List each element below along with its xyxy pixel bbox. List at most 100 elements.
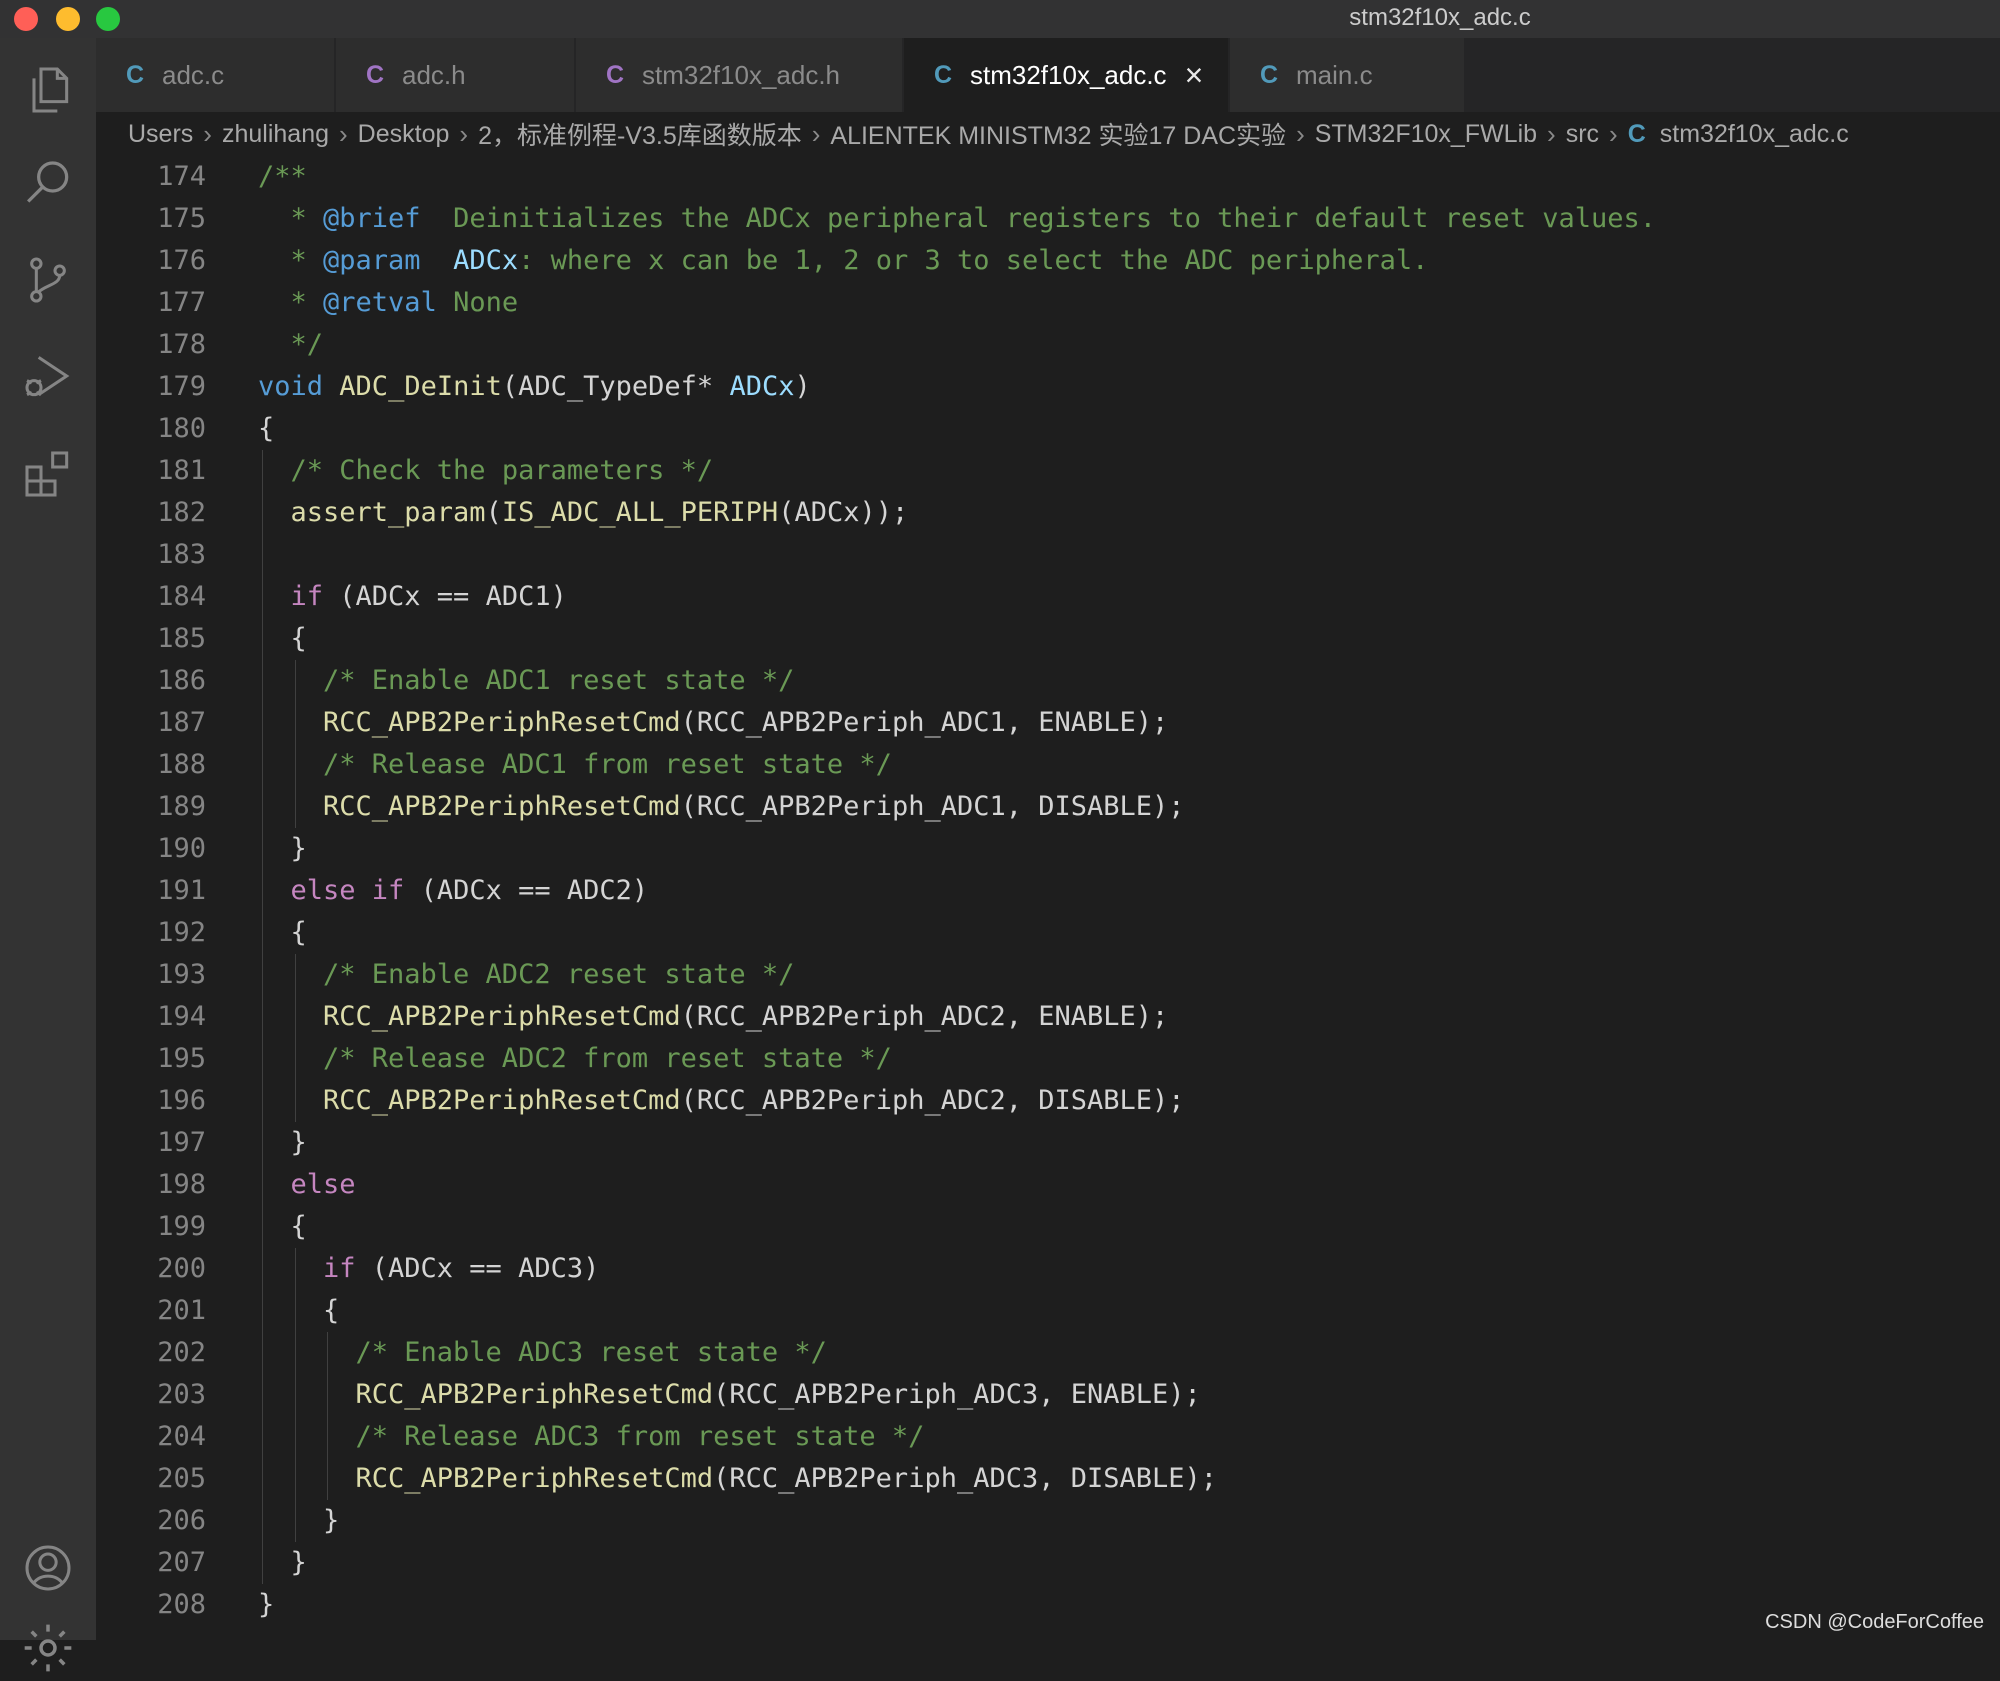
c-file-icon: C: [1260, 60, 1279, 89]
code-text: }: [291, 828, 307, 870]
code-token: }: [323, 1505, 340, 1536]
code-line: 205 RCC_APB2PeriphResetCmd(RCC_APB2Periph…: [96, 1458, 2000, 1500]
code-text: /* Release ADC3 from reset state */: [356, 1416, 925, 1458]
tab-stm32f10x-adc-h[interactable]: C stm32f10x_adc.h: [576, 38, 904, 112]
indent-guide: [262, 492, 263, 534]
code-token: ADCx: [729, 371, 795, 402]
indent-guide: [262, 702, 263, 744]
search-icon[interactable]: [20, 156, 76, 212]
code-line: 204 /* Release ADC3 from reset state */: [96, 1416, 2000, 1458]
code-token: /* Enable ADC2 reset state */: [323, 959, 795, 990]
code-token: @brief: [323, 203, 421, 234]
breadcrumb-item-file[interactable]: stm32f10x_adc.c: [1660, 120, 1849, 149]
line-number: 207: [157, 1547, 206, 1578]
code-token: RCC_APB2PeriphResetCmd: [355, 1463, 714, 1494]
indent-guide: [262, 576, 263, 618]
code-text: {: [258, 408, 274, 450]
code-token: (RCC_APB2Periph_ADC3, DISABLE);: [713, 1463, 1218, 1494]
code-text: assert_param(IS_ADC_ALL_PERIPH(ADCx));: [291, 492, 909, 534]
line-number: 203: [157, 1379, 206, 1410]
code-line: 191 else if (ADCx == ADC2): [96, 870, 2000, 912]
code-token: /* Check the parameters */: [290, 455, 714, 486]
code-text: {: [323, 1290, 339, 1332]
indent-guide: [262, 1038, 263, 1080]
code-line: 189 RCC_APB2PeriphResetCmd(RCC_APB2Periph…: [96, 786, 2000, 828]
indent-guide: [262, 618, 263, 660]
code-line: 188 /* Release ADC1 from reset state */: [96, 744, 2000, 786]
indent-guide: [294, 1080, 296, 1122]
code-line: 195 /* Release ADC2 from reset state */: [96, 1038, 2000, 1080]
c-header-file-icon: C: [606, 60, 625, 89]
code-text: RCC_APB2PeriphResetCmd(RCC_APB2Periph_AD…: [323, 996, 1168, 1038]
code-text: void ADC_DeInit(ADC_TypeDef* ADCx): [258, 366, 811, 408]
extensions-icon[interactable]: [20, 446, 76, 502]
line-number: 183: [157, 539, 206, 570]
breadcrumb-item-zhulihang[interactable]: zhulihang: [222, 120, 329, 149]
code-line: 208}: [96, 1584, 2000, 1626]
line-number: 198: [157, 1169, 206, 1200]
breadcrumb-item-example-folder[interactable]: 2，标准例程-V3.5库函数版本: [478, 116, 802, 152]
indent-guide: [262, 1080, 263, 1122]
code-token: RCC_APB2PeriphResetCmd: [323, 791, 681, 822]
tab-label: stm32f10x_adc.h: [642, 59, 841, 90]
code-text: /* Release ADC1 from reset state */: [323, 744, 892, 786]
code-token: (RCC_APB2Periph_ADC3, ENABLE);: [713, 1379, 1201, 1410]
line-number: 174: [157, 161, 206, 192]
tab-label: adc.c: [162, 59, 225, 90]
code-text: {: [291, 1206, 307, 1248]
close-window-button[interactable]: [14, 7, 38, 31]
breadcrumb-item-users[interactable]: Users: [128, 120, 193, 149]
files-icon[interactable]: [20, 62, 76, 118]
code-text: RCC_APB2PeriphResetCmd(RCC_APB2Periph_AD…: [323, 786, 1185, 828]
code-text: * @param ADCx: where x can be 1, 2 or 3 …: [258, 240, 1429, 282]
code-token: else: [290, 1169, 356, 1200]
code-token: (ADCx == ADC2): [404, 875, 649, 906]
code-line: 196 RCC_APB2PeriphResetCmd(RCC_APB2Periph…: [96, 1080, 2000, 1122]
tab-stm32f10x-adc-c[interactable]: C stm32f10x_adc.c ×: [904, 38, 1230, 112]
code-text: * @retval None: [258, 282, 519, 324]
tab-label: stm32f10x_adc.c: [970, 59, 1167, 90]
code-text: else: [291, 1164, 356, 1206]
code-token: *: [258, 245, 324, 276]
code-editor[interactable]: 174 /** 175 * @brief Deinitializes the ADC…: [96, 156, 2000, 1640]
tab-adc-c[interactable]: C adc.c: [96, 38, 336, 112]
minimize-window-button[interactable]: [56, 7, 80, 31]
breadcrumb-item-desktop[interactable]: Desktop: [358, 120, 450, 149]
code-line: 197}: [96, 1122, 2000, 1164]
zoom-window-button[interactable]: [96, 7, 120, 31]
tab-adc-h[interactable]: C adc.h: [336, 38, 576, 112]
account-icon[interactable]: [20, 1540, 76, 1596]
source-control-icon[interactable]: [20, 252, 76, 308]
code-token: /* Release ADC1 from reset state */: [323, 749, 892, 780]
indent-guide: [262, 1500, 263, 1542]
line-number: 190: [157, 833, 206, 864]
line-number: 196: [157, 1085, 206, 1116]
breadcrumb-item-src[interactable]: src: [1566, 120, 1599, 149]
code-token: IS_ADC_ALL_PERIPH: [501, 497, 779, 528]
code-line: 202 /* Enable ADC3 reset state */: [96, 1332, 2000, 1374]
indent-guide: [262, 450, 263, 492]
line-number: 202: [157, 1337, 206, 1368]
line-number: 189: [157, 791, 206, 822]
gear-icon[interactable]: [20, 1620, 76, 1676]
run-debug-icon[interactable]: [20, 348, 76, 404]
breadcrumb-item-project-folder[interactable]: ALIENTEK MINISTM32 实验17 DAC实验: [830, 116, 1286, 152]
tab-main-c[interactable]: C main.c: [1230, 38, 1466, 112]
code-line: 198 else: [96, 1164, 2000, 1206]
indent-guide: [262, 870, 263, 912]
code-text: /* Enable ADC2 reset state */: [323, 954, 794, 996]
code-line: 206}: [96, 1500, 2000, 1542]
code-token: {: [290, 917, 307, 948]
line-number: 208: [157, 1589, 206, 1620]
line-number: 194: [157, 1001, 206, 1032]
breadcrumb-item-fwlib[interactable]: STM32F10x_FWLib: [1315, 120, 1537, 149]
indent-guide: [262, 996, 263, 1038]
close-icon[interactable]: ×: [1185, 59, 1204, 91]
chevron-right-icon: ›: [811, 118, 821, 149]
indent-guide: [294, 1374, 296, 1416]
code-token: /* Release ADC2 from reset state */: [323, 1043, 892, 1074]
line-number: 181: [157, 455, 206, 486]
code-text: /* Release ADC2 from reset state */: [323, 1038, 892, 1080]
code-token: if: [323, 1253, 356, 1284]
